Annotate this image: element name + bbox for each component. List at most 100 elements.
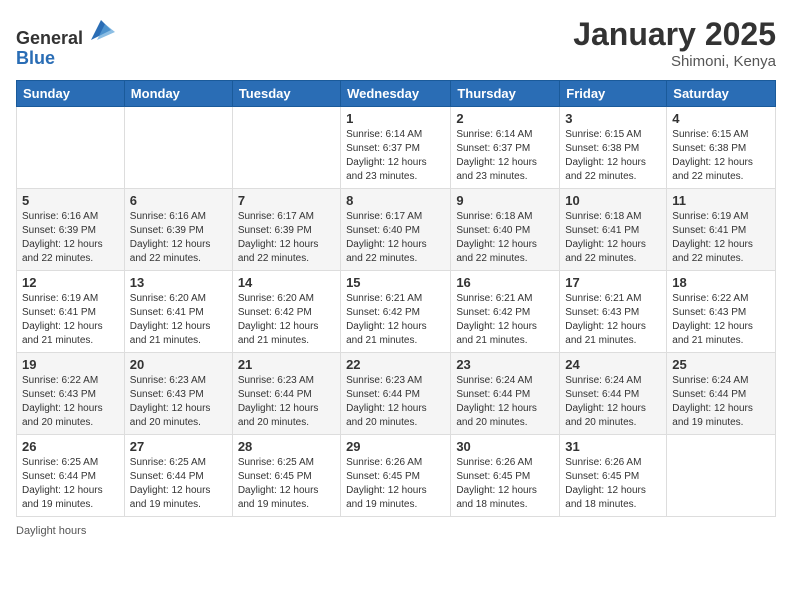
day-number: 13 bbox=[130, 275, 227, 290]
day-number: 25 bbox=[672, 357, 770, 372]
calendar-cell: 1 Sunrise: 6:14 AM Sunset: 6:37 PM Daylig… bbox=[341, 107, 451, 189]
calendar-week-row: 5 Sunrise: 6:16 AM Sunset: 6:39 PM Daylig… bbox=[17, 189, 776, 271]
calendar-cell: 7Sunrise: 6:17 AM Sunset: 6:39 PM Daylig… bbox=[232, 189, 340, 271]
calendar-cell: 29 Sunrise: 6:26 AM Sunset: 6:45 PM Dayli… bbox=[341, 435, 451, 517]
day-info: Sunrise: 6:23 AM Sunset: 6:44 PM Dayligh… bbox=[238, 374, 335, 430]
weekday-header-tuesday: Tuesday bbox=[232, 81, 340, 107]
day-number: 1 bbox=[346, 111, 445, 126]
logo-icon bbox=[87, 16, 115, 44]
day-number: 5 bbox=[22, 193, 119, 208]
day-number: 20 bbox=[130, 357, 227, 372]
page-header: General Blue January 2025 Shimoni, Kenya bbox=[16, 16, 776, 70]
day-info: Sunrise: 6:26 AM Sunset: 6:45 PM Dayligh… bbox=[565, 456, 661, 512]
calendar-week-row: 1 Sunrise: 6:14 AM Sunset: 6:37 PM Daylig… bbox=[17, 107, 776, 189]
calendar-cell: 20 Sunrise: 6:23 AM Sunset: 6:43 PM Dayli… bbox=[124, 353, 232, 435]
calendar-cell: 23Sunrise: 6:24 AM Sunset: 6:44 PM Dayli… bbox=[451, 353, 560, 435]
calendar-cell bbox=[17, 107, 125, 189]
day-info: Sunrise: 6:14 AM Sunset: 6:37 PM Dayligh… bbox=[456, 128, 554, 184]
weekday-header-sunday: Sunday bbox=[17, 81, 125, 107]
day-info: Sunrise: 6:25 AM Sunset: 6:45 PM Dayligh… bbox=[238, 456, 335, 512]
day-number: 10 bbox=[565, 193, 661, 208]
day-info: Sunrise: 6:25 AM Sunset: 6:44 PM Dayligh… bbox=[22, 456, 119, 512]
calendar-cell: 22Sunrise: 6:23 AM Sunset: 6:44 PM Dayli… bbox=[341, 353, 451, 435]
day-number: 21 bbox=[238, 357, 335, 372]
calendar-cell bbox=[232, 107, 340, 189]
day-number: 26 bbox=[22, 439, 119, 454]
day-number: 4 bbox=[672, 111, 770, 126]
logo-blue-text: Blue bbox=[16, 49, 115, 69]
calendar-cell: 4 Sunrise: 6:15 AM Sunset: 6:38 PM Daylig… bbox=[667, 107, 776, 189]
day-info: Sunrise: 6:22 AM Sunset: 6:43 PM Dayligh… bbox=[672, 292, 770, 348]
day-info: Sunrise: 6:14 AM Sunset: 6:37 PM Dayligh… bbox=[346, 128, 445, 184]
calendar-cell: 6 Sunrise: 6:16 AM Sunset: 6:39 PM Daylig… bbox=[124, 189, 232, 271]
day-info: Sunrise: 6:19 AM Sunset: 6:41 PM Dayligh… bbox=[22, 292, 119, 348]
calendar-cell: 8 Sunrise: 6:17 AM Sunset: 6:40 PM Daylig… bbox=[341, 189, 451, 271]
day-number: 3 bbox=[565, 111, 661, 126]
day-info: Sunrise: 6:25 AM Sunset: 6:44 PM Dayligh… bbox=[130, 456, 227, 512]
day-info: Sunrise: 6:19 AM Sunset: 6:41 PM Dayligh… bbox=[672, 210, 770, 266]
day-number: 18 bbox=[672, 275, 770, 290]
calendar-cell: 14Sunrise: 6:20 AM Sunset: 6:42 PM Dayli… bbox=[232, 271, 340, 353]
day-number: 9 bbox=[456, 193, 554, 208]
logo-blue: Blue bbox=[16, 48, 55, 68]
calendar-cell: 12 Sunrise: 6:19 AM Sunset: 6:41 PM Dayli… bbox=[17, 271, 125, 353]
month-year: January 2025 bbox=[573, 16, 776, 53]
calendar-cell: 13 Sunrise: 6:20 AM Sunset: 6:41 PM Dayli… bbox=[124, 271, 232, 353]
day-number: 22 bbox=[346, 357, 445, 372]
day-number: 31 bbox=[565, 439, 661, 454]
day-info: Sunrise: 6:16 AM Sunset: 6:39 PM Dayligh… bbox=[130, 210, 227, 266]
day-info: Sunrise: 6:22 AM Sunset: 6:43 PM Dayligh… bbox=[22, 374, 119, 430]
calendar-cell: 19 Sunrise: 6:22 AM Sunset: 6:43 PM Dayli… bbox=[17, 353, 125, 435]
day-info: Sunrise: 6:15 AM Sunset: 6:38 PM Dayligh… bbox=[565, 128, 661, 184]
calendar-cell: 10Sunrise: 6:18 AM Sunset: 6:41 PM Dayli… bbox=[560, 189, 667, 271]
day-number: 30 bbox=[456, 439, 554, 454]
logo-text: General bbox=[16, 16, 115, 49]
calendar-cell: 2 Sunrise: 6:14 AM Sunset: 6:37 PM Daylig… bbox=[451, 107, 560, 189]
calendar-cell: 5 Sunrise: 6:16 AM Sunset: 6:39 PM Daylig… bbox=[17, 189, 125, 271]
calendar-cell: 18 Sunrise: 6:22 AM Sunset: 6:43 PM Dayli… bbox=[667, 271, 776, 353]
day-info: Sunrise: 6:24 AM Sunset: 6:44 PM Dayligh… bbox=[672, 374, 770, 430]
calendar-week-row: 19 Sunrise: 6:22 AM Sunset: 6:43 PM Dayli… bbox=[17, 353, 776, 435]
day-number: 27 bbox=[130, 439, 227, 454]
day-number: 19 bbox=[22, 357, 119, 372]
calendar-cell: 15Sunrise: 6:21 AM Sunset: 6:42 PM Dayli… bbox=[341, 271, 451, 353]
day-number: 28 bbox=[238, 439, 335, 454]
calendar-cell: 9Sunrise: 6:18 AM Sunset: 6:40 PM Daylig… bbox=[451, 189, 560, 271]
calendar-cell: 26 Sunrise: 6:25 AM Sunset: 6:44 PM Dayli… bbox=[17, 435, 125, 517]
day-info: Sunrise: 6:15 AM Sunset: 6:38 PM Dayligh… bbox=[672, 128, 770, 184]
calendar-cell: 31 Sunrise: 6:26 AM Sunset: 6:45 PM Dayli… bbox=[560, 435, 667, 517]
day-info: Sunrise: 6:17 AM Sunset: 6:39 PM Dayligh… bbox=[238, 210, 335, 266]
day-info: Sunrise: 6:26 AM Sunset: 6:45 PM Dayligh… bbox=[456, 456, 554, 512]
calendar-week-row: 26 Sunrise: 6:25 AM Sunset: 6:44 PM Dayli… bbox=[17, 435, 776, 517]
calendar-table: SundayMondayTuesdayWednesdayThursdayFrid… bbox=[16, 80, 776, 517]
day-number: 2 bbox=[456, 111, 554, 126]
day-number: 6 bbox=[130, 193, 227, 208]
day-info: Sunrise: 6:23 AM Sunset: 6:43 PM Dayligh… bbox=[130, 374, 227, 430]
day-number: 8 bbox=[346, 193, 445, 208]
calendar-cell: 28 Sunrise: 6:25 AM Sunset: 6:45 PM Dayli… bbox=[232, 435, 340, 517]
calendar-cell: 17Sunrise: 6:21 AM Sunset: 6:43 PM Dayli… bbox=[560, 271, 667, 353]
day-info: Sunrise: 6:24 AM Sunset: 6:44 PM Dayligh… bbox=[456, 374, 554, 430]
footer-note: Daylight hours bbox=[16, 525, 776, 537]
day-number: 24 bbox=[565, 357, 661, 372]
day-info: Sunrise: 6:20 AM Sunset: 6:41 PM Dayligh… bbox=[130, 292, 227, 348]
calendar-cell: 30 Sunrise: 6:26 AM Sunset: 6:45 PM Dayli… bbox=[451, 435, 560, 517]
weekday-header-row: SundayMondayTuesdayWednesdayThursdayFrid… bbox=[17, 81, 776, 107]
weekday-header-saturday: Saturday bbox=[667, 81, 776, 107]
day-number: 12 bbox=[22, 275, 119, 290]
calendar-cell: 16Sunrise: 6:21 AM Sunset: 6:42 PM Dayli… bbox=[451, 271, 560, 353]
day-info: Sunrise: 6:17 AM Sunset: 6:40 PM Dayligh… bbox=[346, 210, 445, 266]
logo: General Blue bbox=[16, 16, 115, 69]
title-block: January 2025 Shimoni, Kenya bbox=[573, 16, 776, 70]
weekday-header-thursday: Thursday bbox=[451, 81, 560, 107]
calendar-cell: 24Sunrise: 6:24 AM Sunset: 6:44 PM Dayli… bbox=[560, 353, 667, 435]
calendar-cell: 25 Sunrise: 6:24 AM Sunset: 6:44 PM Dayli… bbox=[667, 353, 776, 435]
day-info: Sunrise: 6:26 AM Sunset: 6:45 PM Dayligh… bbox=[346, 456, 445, 512]
day-number: 29 bbox=[346, 439, 445, 454]
calendar-cell bbox=[667, 435, 776, 517]
day-number: 17 bbox=[565, 275, 661, 290]
calendar-cell bbox=[124, 107, 232, 189]
calendar-cell: 27 Sunrise: 6:25 AM Sunset: 6:44 PM Dayli… bbox=[124, 435, 232, 517]
day-info: Sunrise: 6:16 AM Sunset: 6:39 PM Dayligh… bbox=[22, 210, 119, 266]
weekday-header-monday: Monday bbox=[124, 81, 232, 107]
